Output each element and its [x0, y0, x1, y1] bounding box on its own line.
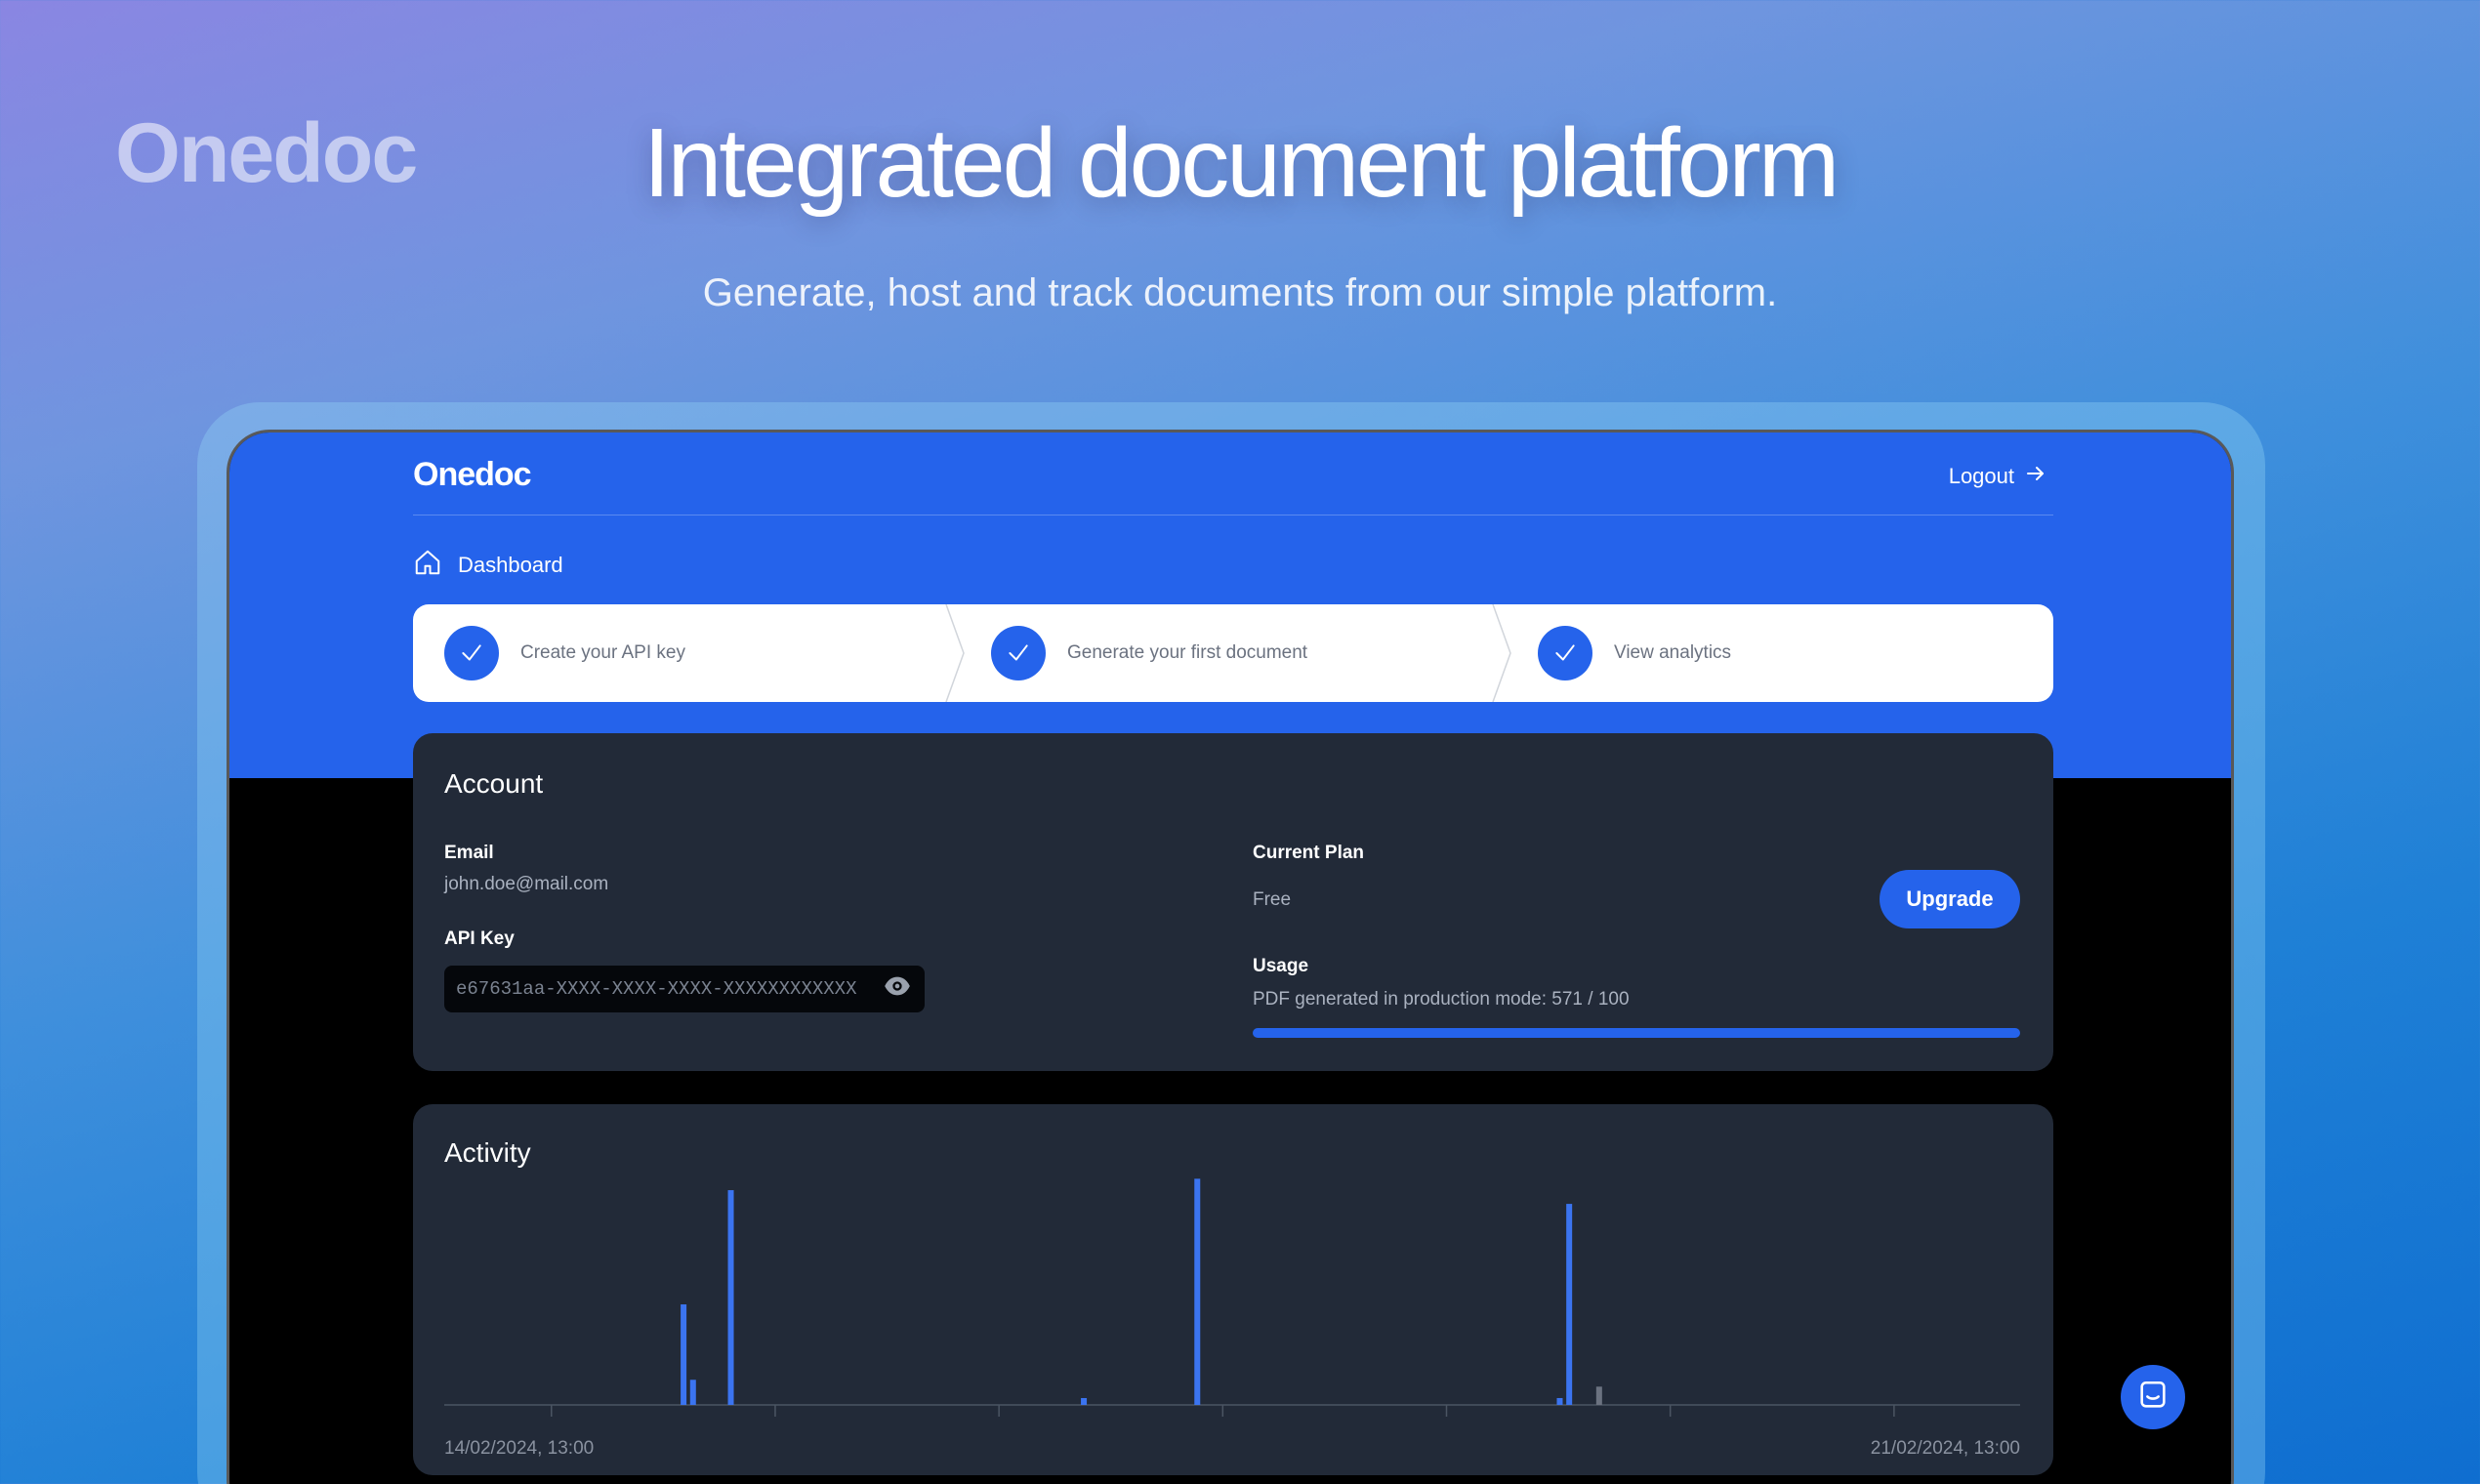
breadcrumb-label: Dashboard: [458, 553, 563, 577]
account-card: Account Email john.doe@mail.com API Key …: [413, 733, 2053, 1071]
check-icon: [444, 626, 499, 680]
step-label: View analytics: [1614, 642, 1732, 663]
onboarding-steps: Create your API key Generate your first …: [413, 604, 2053, 702]
activity-title: Activity: [444, 1137, 531, 1168]
arrow-right-icon: [2024, 462, 2047, 491]
home-icon: [413, 548, 442, 583]
hero-subtitle: Generate, host and track documents from …: [702, 271, 1778, 314]
chart-bar[interactable]: [1566, 1204, 1573, 1405]
eye-icon[interactable]: [884, 972, 911, 1006]
account-title: Account: [444, 768, 544, 799]
step-view-analytics[interactable]: View analytics: [1507, 604, 2053, 702]
chat-support-button[interactable]: [2121, 1365, 2185, 1429]
chart-bar[interactable]: [1556, 1397, 1563, 1405]
activity-chart: [444, 1178, 2020, 1417]
chart-bar[interactable]: [1081, 1397, 1088, 1405]
step-create-api-key[interactable]: Create your API key: [413, 604, 965, 702]
logout-button[interactable]: Logout: [1949, 462, 2047, 491]
plan-value: Free: [1253, 889, 1292, 910]
usage-progress-bar: [1253, 1028, 2020, 1038]
chart-bar[interactable]: [681, 1304, 687, 1405]
api-key-value: e67631aa-XXXX-XXXX-XXXX-XXXXXXXXXXXX: [456, 978, 857, 1000]
upgrade-button[interactable]: Upgrade: [1880, 870, 2020, 928]
step-label: Create your API key: [520, 642, 685, 663]
email-label: Email: [444, 843, 494, 863]
usage-label: Usage: [1253, 956, 1309, 976]
chart-end-label: 21/02/2024, 13:00: [1870, 1438, 2020, 1459]
plan-label: Current Plan: [1253, 843, 1365, 863]
chart-bar[interactable]: [727, 1190, 734, 1405]
hero-title: Integrated document platform: [642, 108, 1839, 218]
check-icon: [991, 626, 1046, 680]
chat-icon: [2136, 1379, 2170, 1417]
chart-bar[interactable]: [1194, 1178, 1201, 1405]
api-key-field[interactable]: e67631aa-XXXX-XXXX-XXXX-XXXXXXXXXXXX: [444, 966, 925, 1012]
chart-bar[interactable]: [689, 1380, 696, 1405]
check-icon: [1538, 626, 1592, 680]
email-value: john.doe@mail.com: [444, 874, 609, 894]
usage-progress-fill: [1253, 1028, 2020, 1038]
activity-card: Activity 14/02/2024, 13:00 21/02/2024, 1…: [413, 1104, 2053, 1475]
logout-label: Logout: [1948, 464, 2014, 488]
app-logo[interactable]: Onedoc: [413, 456, 532, 494]
app-window: Onedoc Logout Dashboard Create your API …: [227, 430, 2234, 1484]
breadcrumb[interactable]: Dashboard: [413, 548, 563, 583]
chart-start-label: 14/02/2024, 13:00: [444, 1438, 595, 1459]
step-generate-document[interactable]: Generate your first document: [960, 604, 1511, 702]
usage-text: PDF generated in production mode: 571 / …: [1253, 989, 1630, 1010]
step-label: Generate your first document: [1067, 642, 1308, 663]
api-key-label: API Key: [444, 928, 515, 949]
chart-bar[interactable]: [1595, 1386, 1602, 1405]
